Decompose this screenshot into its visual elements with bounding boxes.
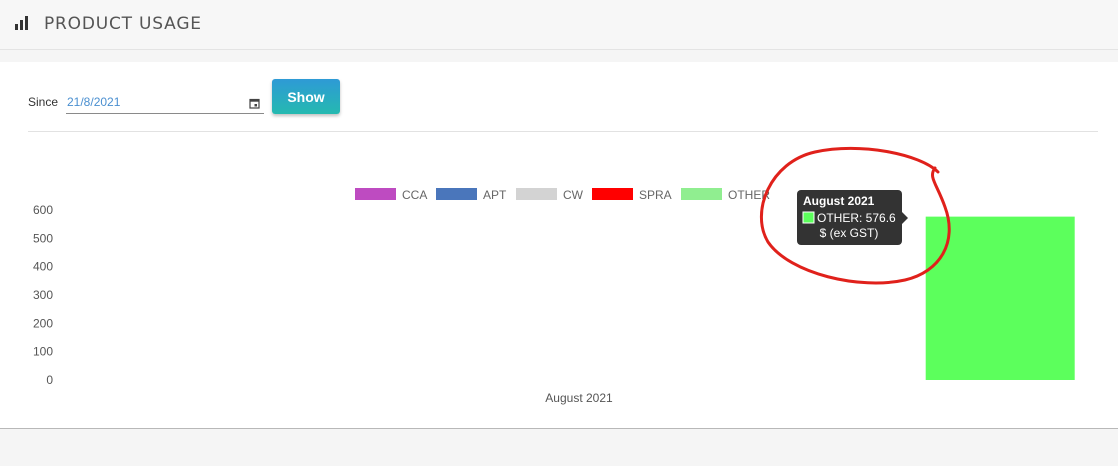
legend-label: APT xyxy=(483,188,507,202)
page-header: PRODUCT USAGE xyxy=(0,0,1118,50)
usage-chart: 0100200300400500600CCA APT CW SPRA OTHERAugu… xyxy=(33,146,1075,405)
y-tick-label: 300 xyxy=(33,288,53,302)
tooltip-title: August 2021 xyxy=(803,194,875,208)
x-tick-label: August 2021 xyxy=(545,391,613,405)
tooltip-swatch xyxy=(802,211,815,224)
legend-swatch xyxy=(355,188,396,200)
tooltip-line: $ (ex GST) xyxy=(820,226,879,240)
bar-chart-icon xyxy=(14,15,30,36)
legend-swatch xyxy=(592,188,633,200)
y-tick-label: 500 xyxy=(33,231,53,245)
page-title: PRODUCT USAGE xyxy=(44,14,202,34)
tooltip-line: OTHER: 576.6 xyxy=(817,211,896,225)
legend-swatch xyxy=(436,188,477,200)
legend-swatch xyxy=(681,188,722,200)
y-tick-label: 0 xyxy=(46,373,53,387)
legend-swatch xyxy=(516,188,557,200)
y-tick-label: 600 xyxy=(33,203,53,217)
page-footer xyxy=(0,429,1118,466)
usage-card: Since 21/8/2021 Show 0 100 200 300 400 500 600… xyxy=(0,62,1118,429)
legend-label: SPRA xyxy=(639,188,672,202)
y-tick-label: 100 xyxy=(33,345,53,359)
legend-label: CCA xyxy=(402,188,427,202)
legend-label: CW xyxy=(563,188,584,202)
y-tick-label: 400 xyxy=(33,260,53,274)
y-tick-label: 200 xyxy=(33,316,53,330)
tooltip-caret xyxy=(902,212,908,224)
